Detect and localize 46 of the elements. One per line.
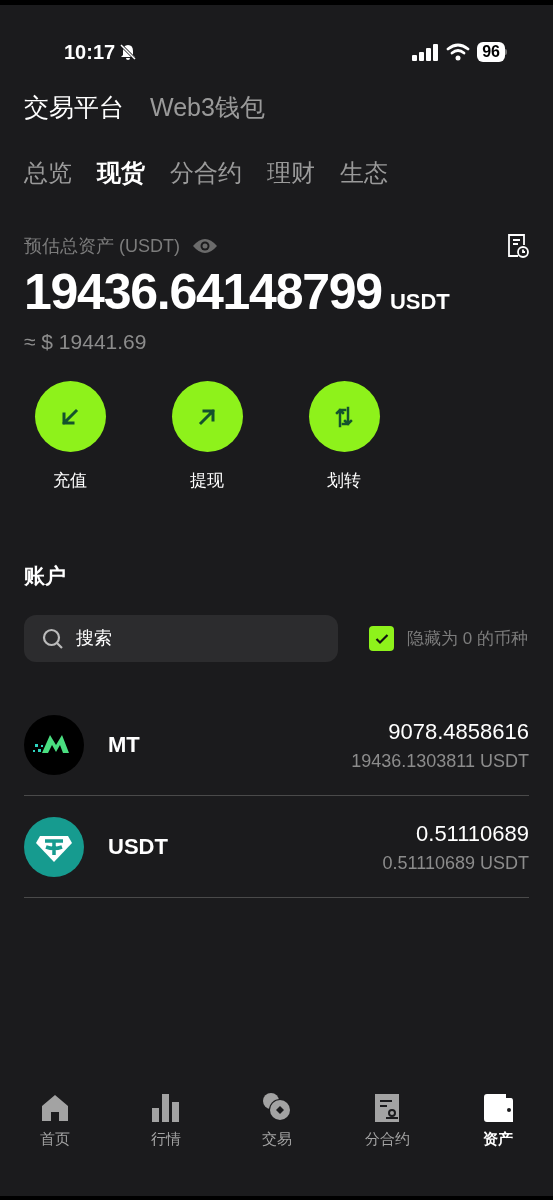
asset-symbol: MT [108,731,141,759]
bell-off-icon [119,42,138,61]
nav-tab[interactable]: 资产 [463,1091,533,1150]
platform-tab[interactable]: Web3钱包 [150,89,265,127]
nav-tab[interactable]: 分合约 [352,1091,423,1150]
section-tab[interactable]: 理财 [267,154,315,191]
eye-icon[interactable] [192,237,218,255]
checkbox-label: 隐藏为 0 的币种 [407,627,528,650]
nav-tab[interactable]: 首页 [20,1091,90,1150]
asset-symbol: USDT [108,833,169,861]
coin-logo-icon [24,816,84,877]
signal-icon [412,42,440,61]
asset-row[interactable]: MT 9078.4858616 19436.1303811 USDT [24,694,529,796]
balance-fiat: ≈ $ 19441.69 [23,328,148,355]
action-button[interactable]: 提现 [154,381,260,494]
balance-label: 预估总资产 (USDT) [24,234,180,258]
asset-amount: 9078.4858616 [388,717,529,746]
section-tab[interactable]: 总览 [24,154,72,191]
section-tab[interactable]: 分合约 [170,154,242,191]
asset-amount: 0.51110689 [416,819,529,848]
search-input[interactable]: 搜索 [76,625,296,652]
nav-tab[interactable]: 交易 [241,1091,312,1150]
check-icon [374,632,389,645]
section-title: 账户 [23,562,67,589]
checkbox[interactable] [369,626,395,651]
asset-value: 19436.1303811 USDT [351,749,529,773]
coin-logo-icon [24,714,84,775]
nav-tab[interactable]: 行情 [130,1091,201,1150]
wifi-icon [446,42,471,61]
battery-indicator: 96 [477,41,505,62]
document-icon [373,1091,402,1124]
action-button[interactable]: 充值 [17,381,123,494]
asset-value: 0.51110689 USDT [382,851,529,875]
section-tab[interactable]: 生态 [340,154,388,191]
balance-unit: USDT [389,287,450,316]
section-tab[interactable]: 现货 [97,154,145,191]
history-icon[interactable] [507,233,529,259]
asset-row[interactable]: USDT 0.51110689 0.51110689 USDT [24,796,529,898]
balance-amount: 19436.64148799 [24,262,382,322]
search-field[interactable]: 搜索 [24,615,338,662]
platform-tab[interactable]: 交易平台 [24,89,124,127]
bar-chart-icon [149,1091,182,1124]
status-time: 10:17 [64,39,116,65]
action-button[interactable]: 划转 [291,381,397,494]
wallet-icon [482,1091,514,1124]
search-icon [42,627,64,650]
